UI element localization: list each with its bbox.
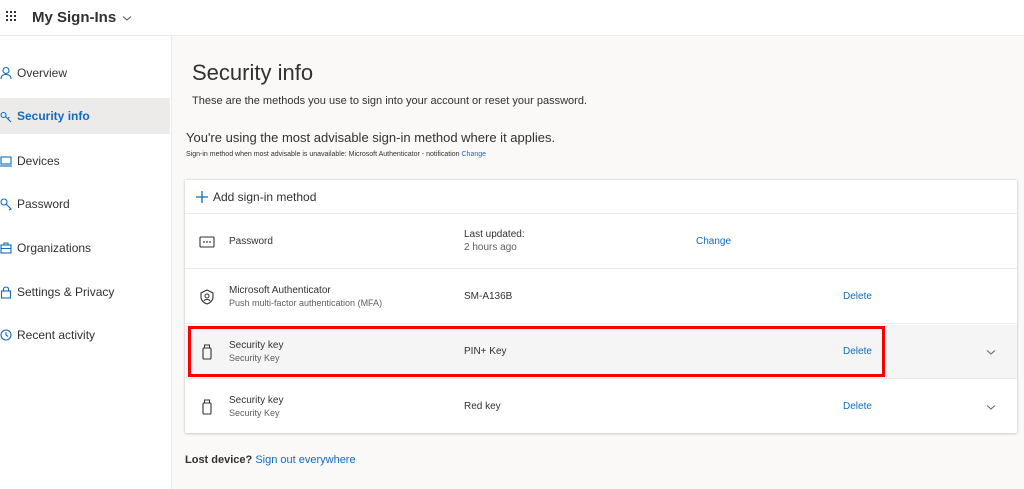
plus-icon [196, 191, 208, 203]
page-subtitle: These are the methods you use to sign in… [192, 95, 587, 107]
sidebar-item-label: Security info [17, 109, 90, 123]
sidebar-item-label: Settings & Privacy [17, 285, 115, 299]
password-key-icon [0, 198, 12, 211]
advisable-method-subtext: Sign-in method when most advisable is un… [186, 151, 486, 158]
advisable-sub-label: Sign-in method when most advisable is un… [186, 151, 460, 158]
method-description: Security Key [229, 353, 280, 363]
usb-key-icon [202, 399, 212, 415]
method-name: Security key [229, 395, 284, 406]
chevron-down-icon [122, 15, 132, 21]
person-icon [0, 66, 12, 80]
sidebar-item-settings-privacy[interactable]: Settings & Privacy [0, 274, 170, 310]
sidebar-item-label: Overview [17, 66, 68, 80]
sidebar-item-overview[interactable]: Overview [0, 55, 170, 91]
lost-device-section: Lost device? Sign out everywhere [185, 454, 356, 466]
sidebar-item-recent-activity[interactable]: Recent activity [0, 317, 170, 353]
sidebar-item-security-info[interactable]: Security info [0, 98, 170, 134]
sidebar-item-label: Password [17, 197, 70, 211]
method-row-security-key-pin[interactable]: Security key Security Key PIN+ Key Delet… [185, 325, 1017, 379]
change-default-method-link[interactable]: Change [462, 151, 487, 158]
key-pen-icon [0, 111, 12, 123]
change-password-link[interactable]: Change [696, 236, 731, 247]
main-content: Security info These are the methods you … [173, 36, 1024, 489]
page-title: Security info [192, 60, 314, 85]
sidebar-item-password[interactable]: Password [0, 186, 170, 222]
delete-method-link[interactable]: Delete [843, 401, 872, 412]
lock-icon [0, 286, 12, 299]
sidebar: Overview Security info Devices Password … [0, 36, 172, 489]
sign-in-methods-list: Add sign-in method Password Last updated… [185, 180, 1017, 433]
delete-method-link[interactable]: Delete [843, 346, 872, 357]
clock-icon [0, 329, 12, 341]
method-last-updated-value: 2 hours ago [464, 242, 517, 253]
method-description: Push multi-factor authentication (MFA) [229, 298, 383, 308]
usb-key-icon [202, 344, 212, 360]
lost-device-label: Lost device? [185, 454, 253, 466]
method-row-security-key-red[interactable]: Security key Security Key Red key Delete [185, 380, 1017, 434]
briefcase-icon [0, 242, 12, 254]
sidebar-item-devices[interactable]: Devices [0, 143, 170, 179]
top-bar: My Sign-Ins [0, 0, 1024, 36]
advisable-method-text: You're using the most advisable sign-in … [186, 130, 556, 145]
method-name: Microsoft Authenticator [229, 285, 331, 296]
password-dots-icon [199, 236, 215, 248]
method-row-authenticator: Microsoft Authenticator Push multi-facto… [185, 270, 1017, 324]
app-title-menu[interactable]: My Sign-Ins [32, 9, 133, 26]
method-last-updated-label: Last updated: [464, 229, 525, 240]
app-launcher-icon[interactable] [6, 11, 18, 23]
method-name: Password [229, 236, 273, 247]
method-detail: PIN+ Key [464, 346, 507, 357]
add-sign-in-method-label: Add sign-in method [213, 190, 317, 204]
method-description: Security Key [229, 408, 280, 418]
method-detail: SM-A136B [464, 291, 513, 302]
sidebar-item-label: Recent activity [17, 328, 96, 342]
sidebar-item-label: Organizations [17, 241, 92, 255]
add-sign-in-method-button[interactable]: Add sign-in method [185, 180, 1017, 214]
app-title: My Sign-Ins [32, 9, 117, 26]
delete-method-link[interactable]: Delete [843, 291, 872, 302]
chevron-down-icon[interactable] [985, 401, 997, 413]
laptop-icon [0, 156, 12, 167]
sidebar-item-label: Devices [17, 154, 60, 168]
authenticator-icon [200, 289, 214, 305]
chevron-down-icon[interactable] [985, 346, 997, 358]
sign-out-everywhere-link[interactable]: Sign out everywhere [255, 454, 355, 466]
sidebar-item-organizations[interactable]: Organizations [0, 230, 170, 266]
method-detail: Red key [464, 401, 501, 412]
method-row-password: Password Last updated: 2 hours ago Chang… [185, 215, 1017, 269]
method-name: Security key [229, 340, 284, 351]
